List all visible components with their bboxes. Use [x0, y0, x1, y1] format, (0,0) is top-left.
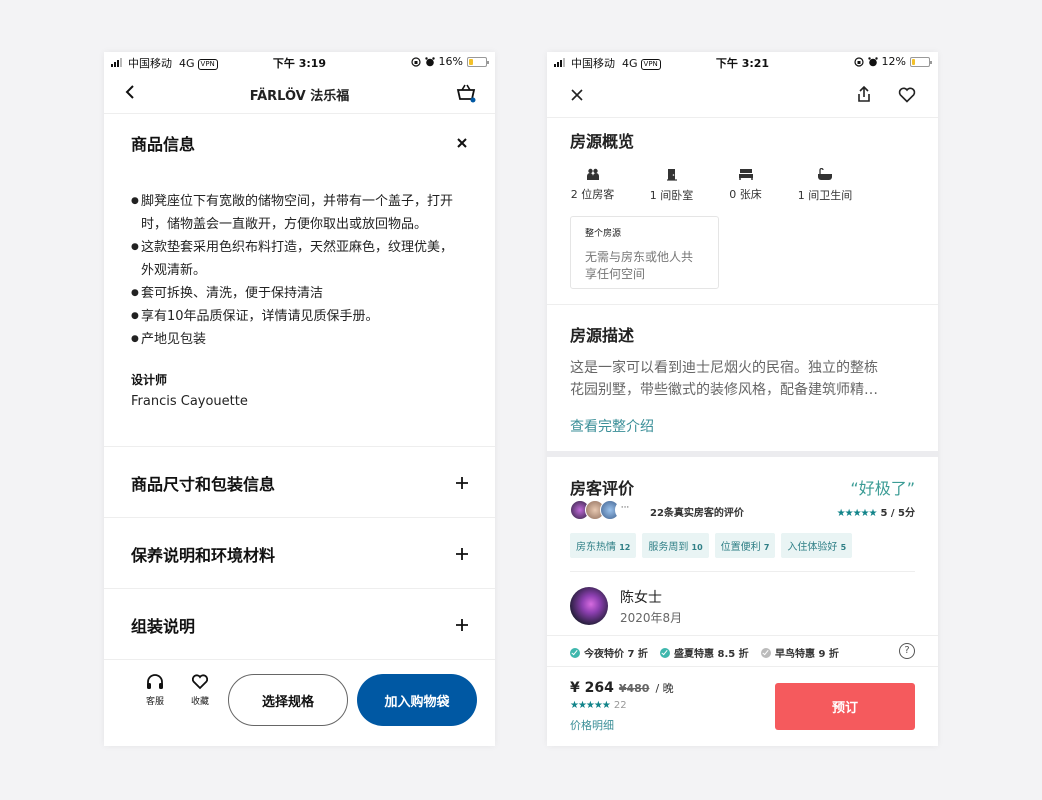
close-icon[interactable]: [570, 87, 584, 106]
nightly-price: ¥ 264 ¥480/ 晚: [570, 680, 674, 696]
avatar: [570, 587, 608, 625]
review-count: 22条真实房客的评价: [650, 508, 744, 519]
rating-badge: “好极了”: [850, 479, 915, 498]
entire-place-desc: 无需与房东或他人共 享任何空间: [585, 250, 694, 281]
plus-icon[interactable]: [456, 545, 468, 564]
plus-icon[interactable]: [456, 474, 468, 493]
check-icon: [660, 647, 670, 658]
favorite-button[interactable]: 收藏: [185, 674, 215, 707]
customer-service-button[interactable]: 客服: [140, 674, 170, 707]
promo-item: 盛夏特惠 8.5 折: [660, 645, 749, 660]
section-title: 保养说明和环境材料: [131, 546, 276, 565]
star-rating-icon: ★★★★★: [836, 508, 878, 519]
nav-bar: [547, 72, 938, 118]
reviews-title: 房客评价: [570, 479, 635, 498]
customer-service-label: 客服: [145, 697, 164, 707]
list-item: 享有10年品质保证，详情请见质保手册。: [131, 305, 468, 328]
help-icon[interactable]: ?: [899, 643, 915, 659]
promo-item: 今夜特价 7 折: [570, 645, 648, 660]
section-gap: [547, 451, 938, 457]
divider: [570, 571, 915, 572]
product-info-title: 商品信息: [131, 135, 196, 154]
fact-guests: 2 位房客: [570, 168, 615, 202]
lock-rotation-icon: [853, 56, 864, 67]
review-tag[interactable]: 房东热情 12: [570, 533, 637, 558]
read-more-link[interactable]: 查看完整介绍: [570, 416, 654, 436]
select-spec-button[interactable]: 选择规格: [228, 674, 348, 726]
shopping-bag-icon[interactable]: [455, 82, 477, 108]
close-icon[interactable]: [456, 134, 468, 153]
battery-percent: 16%: [438, 55, 463, 68]
lock-rotation-icon: [410, 56, 421, 67]
review-tag[interactable]: 服务周到 10: [642, 533, 709, 558]
alarm-icon: [867, 56, 878, 66]
entire-place-card: 整个房源 无需与房东或他人共 享任何空间: [570, 216, 719, 289]
overall-rating: ★★★★★ 5 / 5分: [836, 508, 915, 519]
share-icon[interactable]: [856, 85, 872, 107]
price-detail-link[interactable]: 价格明细: [570, 717, 614, 733]
section-size-packaging[interactable]: 商品尺寸和包装信息: [104, 446, 495, 517]
price-rating: ★★★★★ 22: [570, 700, 627, 711]
battery-percent: 12%: [881, 55, 906, 68]
check-icon: [570, 647, 580, 658]
heart-icon: [191, 674, 209, 690]
star-rating-icon: ★★★★★: [570, 700, 611, 711]
review-tag[interactable]: 入住体验好 5: [781, 533, 853, 558]
battery-icon: [910, 56, 932, 67]
airbnb-listing-screen: 中国移动 4G VPN 下午 3:21 12% 房源概览 2 位房客 1 间卧室 …: [547, 52, 938, 746]
heart-icon[interactable]: [898, 87, 916, 107]
section-title: 组装说明: [131, 617, 196, 636]
reviewer-avatars: ···: [570, 500, 635, 520]
review-date: 2020年8月: [620, 611, 683, 625]
original-price: ¥480: [618, 682, 650, 695]
product-info-list: 脚凳座位下有宽敞的储物空间，并带有一个盖子，打开 时，储物盖会一直敞开，方便你取…: [104, 168, 495, 351]
review-tag[interactable]: 位置便利 7: [714, 533, 776, 558]
bottom-action-bar: 客服 收藏 选择规格 加入购物袋: [104, 656, 495, 746]
status-bar: 中国移动 4G VPN 下午 3:21 12%: [547, 52, 938, 72]
section-care-materials[interactable]: 保养说明和环境材料: [104, 517, 495, 588]
promo-item: 早鸟特惠 9 折: [761, 645, 839, 660]
more-avatars: ···: [615, 500, 635, 520]
add-to-cart-button[interactable]: 加入购物袋: [357, 674, 477, 726]
overview-title: 房源概览: [570, 132, 635, 151]
ikea-product-screen: 中国移动 4GVPN 下午 3:19 16% FÄRLÖV 法乐福 商品信息 脚…: [104, 52, 495, 746]
overview-facts: 2 位房客 1 间卧室 0 张床 1 间卫生间: [570, 168, 870, 208]
plus-icon[interactable]: [456, 616, 468, 635]
description-title: 房源描述: [570, 326, 635, 345]
section-title: 商品尺寸和包装信息: [131, 475, 276, 494]
book-button[interactable]: 预订: [775, 683, 915, 730]
favorite-label: 收藏: [190, 697, 209, 707]
review-tags: 房东热情 12 服务周到 10 位置便利 7 入住体验好 5: [570, 533, 853, 558]
product-info-header: 商品信息: [104, 114, 495, 168]
page-title: FÄRLÖV 法乐福: [249, 89, 350, 104]
list-item: 脚凳座位下有宽敞的储物空间，并带有一个盖子，打开: [131, 190, 468, 213]
fact-bedrooms: 1 间卧室: [649, 168, 694, 203]
headphones-icon: [147, 674, 163, 689]
promotions-bar: 今夜特价 7 折 盛夏特惠 8.5 折 早鸟特惠 9 折 ?: [547, 635, 938, 667]
list-item: 外观清新。: [141, 263, 207, 278]
battery-icon: [467, 56, 489, 67]
nav-bar: FÄRLÖV 法乐福: [104, 72, 495, 114]
guests-icon: [586, 168, 599, 180]
list-item: 产地见包装: [131, 328, 468, 351]
bed-icon: [738, 169, 753, 180]
section-assembly[interactable]: 组装说明: [104, 588, 495, 659]
alarm-icon: [424, 56, 435, 66]
designer-label: 设计师: [131, 373, 168, 387]
bathtub-icon: [818, 168, 832, 180]
designer-name: Francis Cayouette: [131, 394, 248, 409]
entire-place-label: 整个房源: [585, 229, 622, 239]
divider: [547, 304, 938, 305]
reviewer-name: 陈女士: [620, 590, 662, 606]
per-night: / 晚: [655, 682, 674, 695]
fact-bathrooms: 1 间卫生间: [797, 168, 853, 203]
fact-beds: 0 张床: [728, 168, 763, 202]
description-text: 这是一家可以看到迪士尼烟火的民宿。独立的整栋 花园别墅，带些徽式的装修风格，配备建…: [570, 360, 878, 398]
check-icon: [761, 647, 771, 658]
list-item: 时，储物盖会一直敞开，方便你取出或放回物品。: [141, 217, 428, 232]
door-icon: [666, 169, 677, 181]
list-item: 这款垫套采用色织布料打造，天然亚麻色，纹理优美，: [131, 236, 468, 259]
list-item: 套可拆换、清洗，便于保持清洁: [131, 282, 468, 305]
status-bar: 中国移动 4G VPN 下午 3:19 16%: [104, 52, 495, 72]
